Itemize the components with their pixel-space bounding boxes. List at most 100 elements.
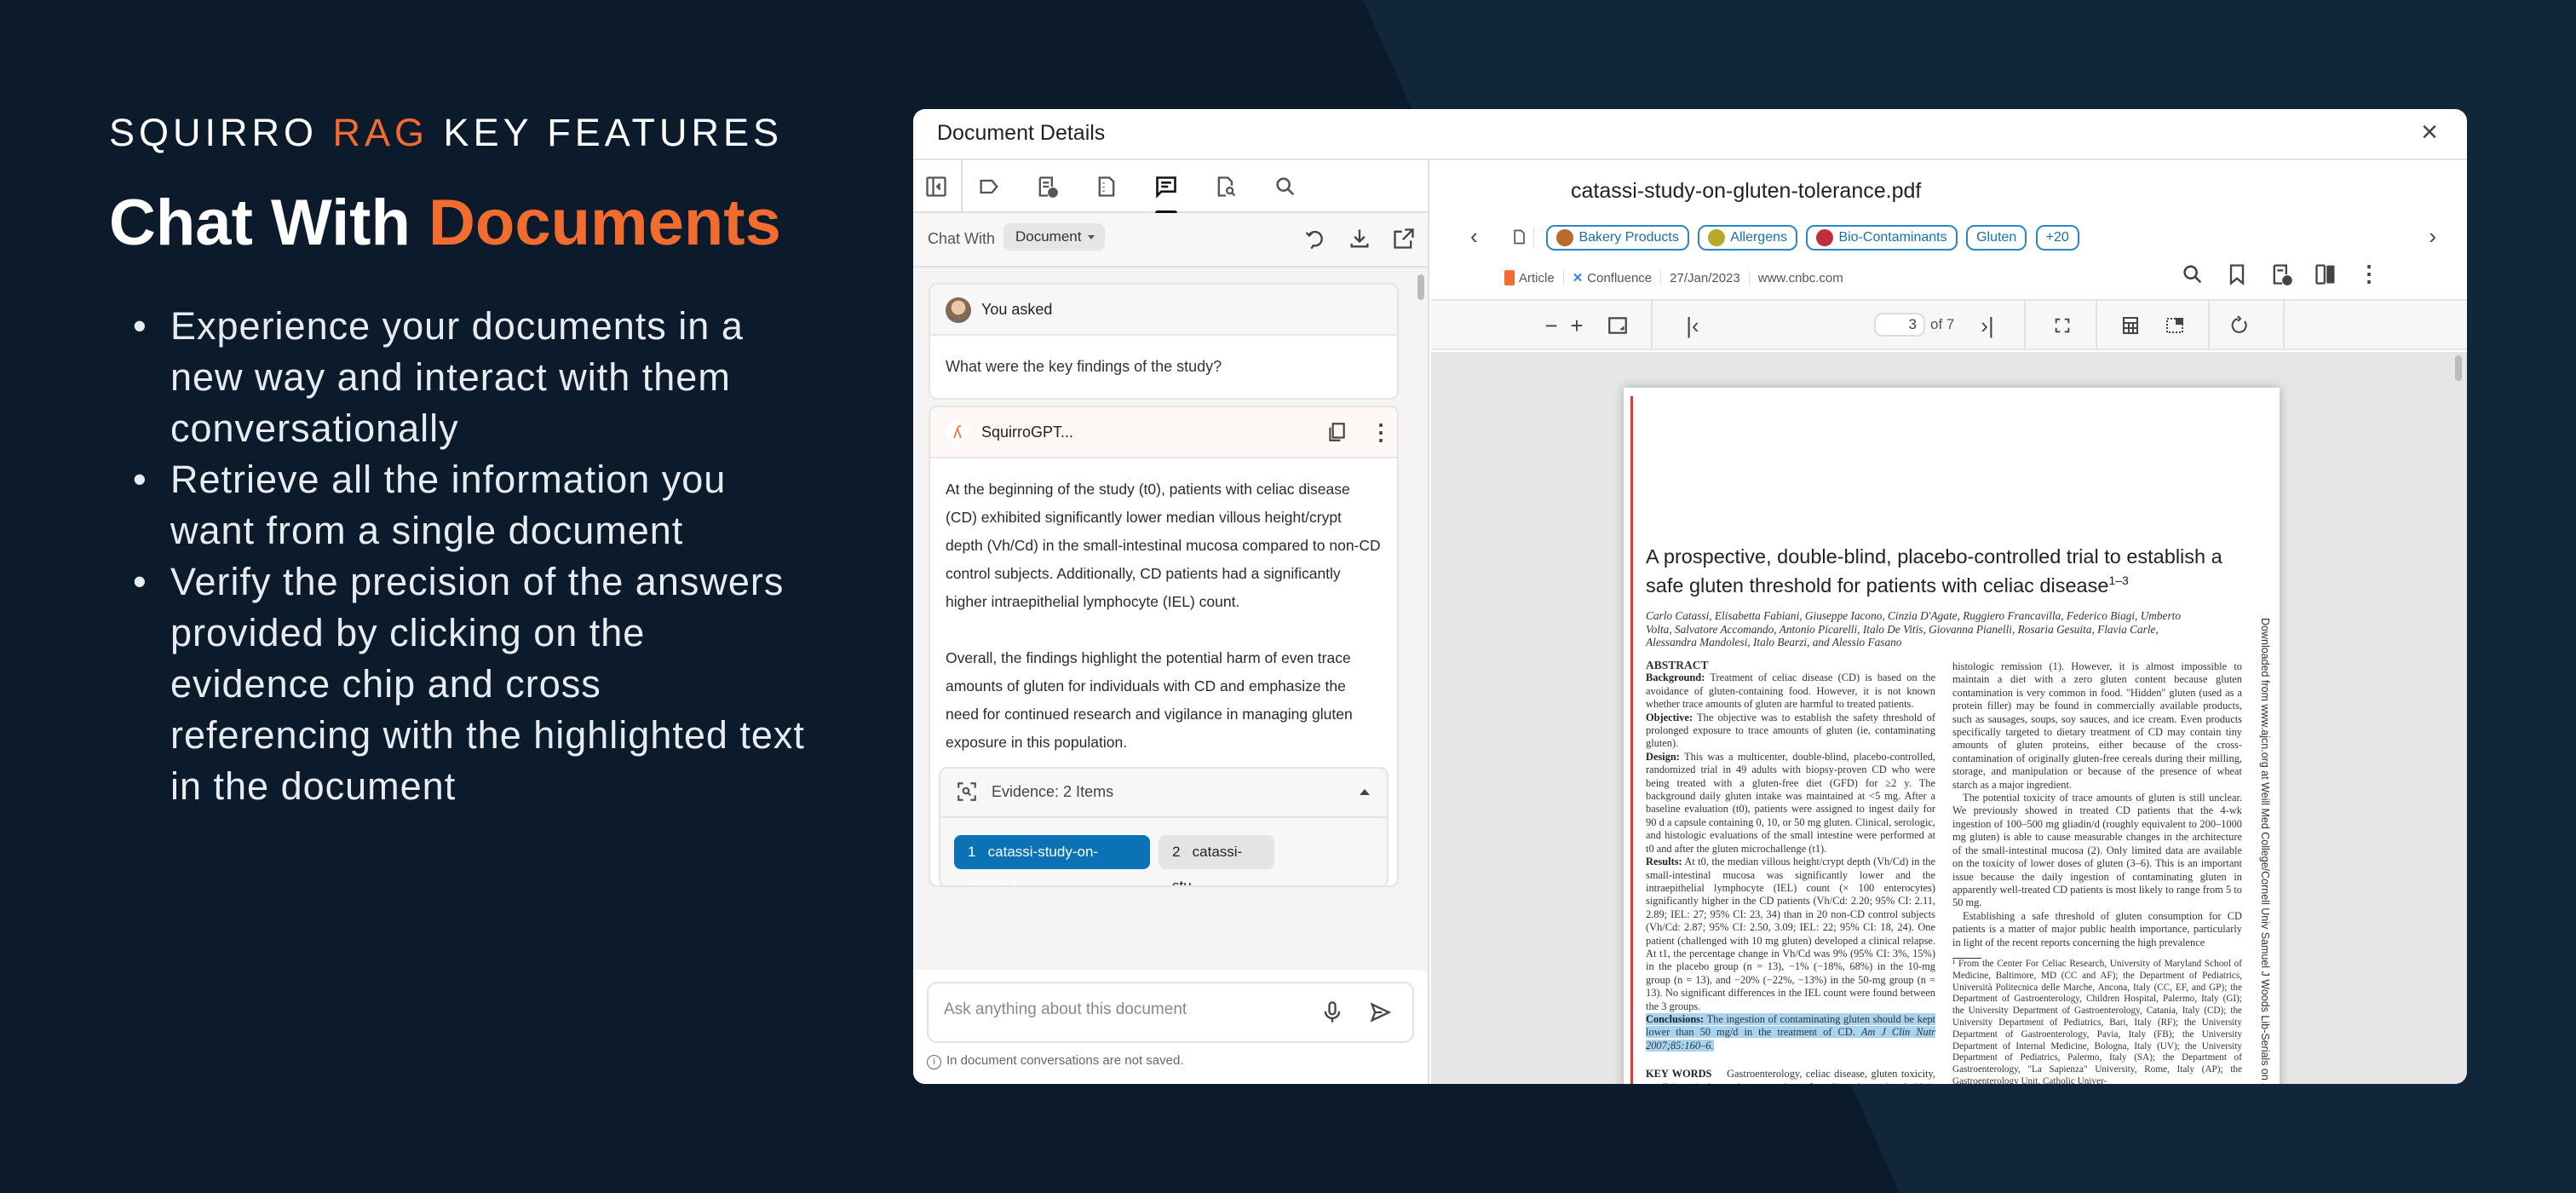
feature-bullet: Verify the precision of the answers prov…: [109, 556, 808, 812]
paper-left-column: ABSTRACT Background: Treatment of celiac…: [1646, 659, 1935, 1084]
more-tags-chip[interactable]: +20: [2035, 225, 2079, 251]
evidence-chip-2[interactable]: 2 catassi-stu...: [1159, 835, 1274, 885]
headline-text: Chat With: [109, 187, 429, 259]
chat-with-select[interactable]: Document: [1003, 223, 1106, 251]
paper-right-column: histologic remission (1). However, it is…: [1952, 660, 2242, 1084]
document-info-icon[interactable]: [2269, 262, 2293, 286]
area-select-icon[interactable]: [2162, 313, 2188, 338]
headline-accent: Documents: [428, 187, 781, 259]
open-external-icon[interactable]: [1392, 227, 1416, 251]
evidence-chip-number: 1: [968, 844, 976, 860]
pdf-page: A prospective, double-blind, placebo-con…: [1624, 388, 2280, 1084]
tab-labels[interactable]: [975, 172, 1003, 201]
chat-input[interactable]: [944, 1000, 1302, 1019]
feature-bullet: Retrieve all the information you want fr…: [109, 454, 808, 556]
tag-chip[interactable]: Allergens: [1698, 225, 1797, 251]
divider: [2283, 301, 2285, 350]
kicker: SQUIRRO RAG KEY FEATURES: [109, 111, 808, 155]
tab-page[interactable]: [1092, 172, 1121, 201]
divider: [1651, 301, 1653, 350]
answer-paragraph: At the beginning of the study (t0), pati…: [946, 481, 1381, 610]
article-icon: [1504, 270, 1515, 285]
tag-chip[interactable]: Gluten: [1966, 225, 2027, 251]
chat-with-bar: Chat With Document: [913, 213, 1428, 268]
search-icon[interactable]: [2181, 262, 2205, 286]
tag-label: Bakery Products: [1578, 230, 1679, 245]
collapse-caret-icon[interactable]: [1360, 789, 1370, 795]
close-icon[interactable]: ×: [2421, 116, 2438, 149]
section-label: Objective:: [1646, 711, 1693, 723]
download-icon[interactable]: [1348, 227, 1371, 251]
fullscreen-icon[interactable]: [2050, 313, 2075, 338]
tag-chip[interactable]: Bio-Contaminants: [1806, 225, 1958, 251]
answer-header-label: SquirroGPT...: [981, 424, 1074, 441]
feature-intro: SQUIRRO RAG KEY FEATURES Chat With Docum…: [109, 111, 808, 812]
evidence-header[interactable]: Evidence: 2 Items: [940, 769, 1387, 818]
section-label: KEY WORDS: [1646, 1068, 1712, 1081]
meta-url[interactable]: www.cnbc.com: [1750, 271, 1852, 285]
document-title: catassi-study-on-gluten-tolerance.pdf: [1571, 179, 1922, 203]
dialog-header: Document Details ×: [913, 109, 2467, 160]
tab-search[interactable]: [1271, 172, 1300, 201]
more-options-icon[interactable]: ⋮: [2358, 262, 2382, 286]
question-card: You asked What were the key findings of …: [929, 283, 1399, 400]
abstract-conclusions-highlight[interactable]: Conclusions: The ingestion of contaminat…: [1646, 1012, 1935, 1052]
dialog-title: Document Details: [937, 121, 1106, 145]
confluence-icon: ✕: [1572, 271, 1584, 285]
paper-title: A prospective, double-blind, placebo-con…: [1646, 545, 2242, 597]
answer-text: At the beginning of the study (t0), pati…: [930, 458, 1397, 757]
pdf-toolbar: − + |‹ 3 of 7 ›|: [1431, 299, 2467, 350]
tag-label: Allergens: [1730, 230, 1787, 245]
abstract-background: Background: Treatment of celiac disease …: [1646, 671, 1935, 711]
copy-icon[interactable]: [1325, 421, 1348, 445]
first-page-icon[interactable]: |‹: [1680, 313, 1705, 338]
table-view-icon[interactable]: [2118, 313, 2143, 338]
zoom-in-icon[interactable]: +: [1564, 313, 1590, 338]
evidence-chip-label: catassi-stu...: [1172, 844, 1243, 887]
evidence-chip-number: 2: [1172, 844, 1181, 860]
abstract-objective: Objective: The objective was to establis…: [1646, 712, 1935, 751]
send-icon[interactable]: [1368, 1000, 1392, 1026]
keywords: KEY WORDS Gastroenterology, celiac disea…: [1646, 1068, 1935, 1084]
evidence-chips: 1 catassi-study-on-gluten-t... 2 catassi…: [940, 818, 1387, 885]
pdf-scrollbar[interactable]: [2455, 355, 2462, 381]
tag-label: +20: [2045, 230, 2069, 245]
squirro-logo-icon: ʎ: [946, 421, 969, 445]
meta-type-text: Article: [1519, 270, 1555, 285]
meta-type: Article: [1504, 270, 1564, 285]
last-page-icon[interactable]: ›|: [1975, 313, 2000, 338]
prev-document-icon[interactable]: ‹: [1470, 223, 1478, 250]
chat-scrollbar[interactable]: [1417, 274, 1424, 300]
chat-with-label: Chat With: [928, 230, 996, 247]
split-view-icon[interactable]: [2314, 262, 2337, 286]
reset-chat-icon[interactable]: [1303, 227, 1327, 251]
section-label: Conclusions:: [1646, 1012, 1705, 1025]
tag-chips: Bakery Products Allergens Bio-Contaminan…: [1511, 225, 2441, 252]
answer-header: ʎ SquirroGPT... ⋮: [930, 407, 1397, 458]
tab-document-search[interactable]: [1211, 172, 1240, 201]
meta-source-text: Confluence: [1587, 270, 1653, 285]
kicker-text-end: KEY FEATURES: [428, 111, 783, 154]
tag-chip[interactable]: Bakery Products: [1546, 225, 1689, 251]
microphone-icon[interactable]: [1320, 1000, 1344, 1026]
more-options-icon[interactable]: ⋮: [1370, 419, 1392, 446]
tag-label: Bio-Contaminants: [1838, 230, 1947, 245]
question-text: What were the key findings of the study?: [946, 358, 1222, 375]
footnote: ¹ From the Center For Celiac Research, U…: [1952, 958, 2242, 1084]
kicker-text: SQUIRRO: [109, 111, 333, 154]
fit-page-icon[interactable]: [1605, 313, 1630, 338]
collapse-panel-icon[interactable]: [922, 172, 951, 201]
tab-document-info[interactable]: [1032, 172, 1061, 201]
evidence-chip-1[interactable]: 1 catassi-study-on-gluten-t...: [954, 835, 1150, 885]
zoom-out-icon[interactable]: −: [1538, 313, 1564, 338]
document-viewer: ‹ › catassi-study-on-gluten-tolerance.pd…: [1431, 160, 2467, 1084]
abstract-design: Design: This was a multicenter, double-b…: [1646, 751, 1935, 856]
abstract-heading: ABSTRACT: [1646, 659, 1709, 671]
chat-input-box: [927, 982, 1414, 1043]
rotate-icon[interactable]: [2227, 313, 2252, 338]
tab-chat[interactable]: [1152, 172, 1181, 215]
answer-card: ʎ SquirroGPT... ⋮ At the beginning of th…: [929, 406, 1399, 887]
bookmark-icon[interactable]: [2225, 262, 2249, 286]
panel-tabs: [913, 160, 1428, 215]
page-number-input[interactable]: 3: [1874, 313, 1925, 337]
